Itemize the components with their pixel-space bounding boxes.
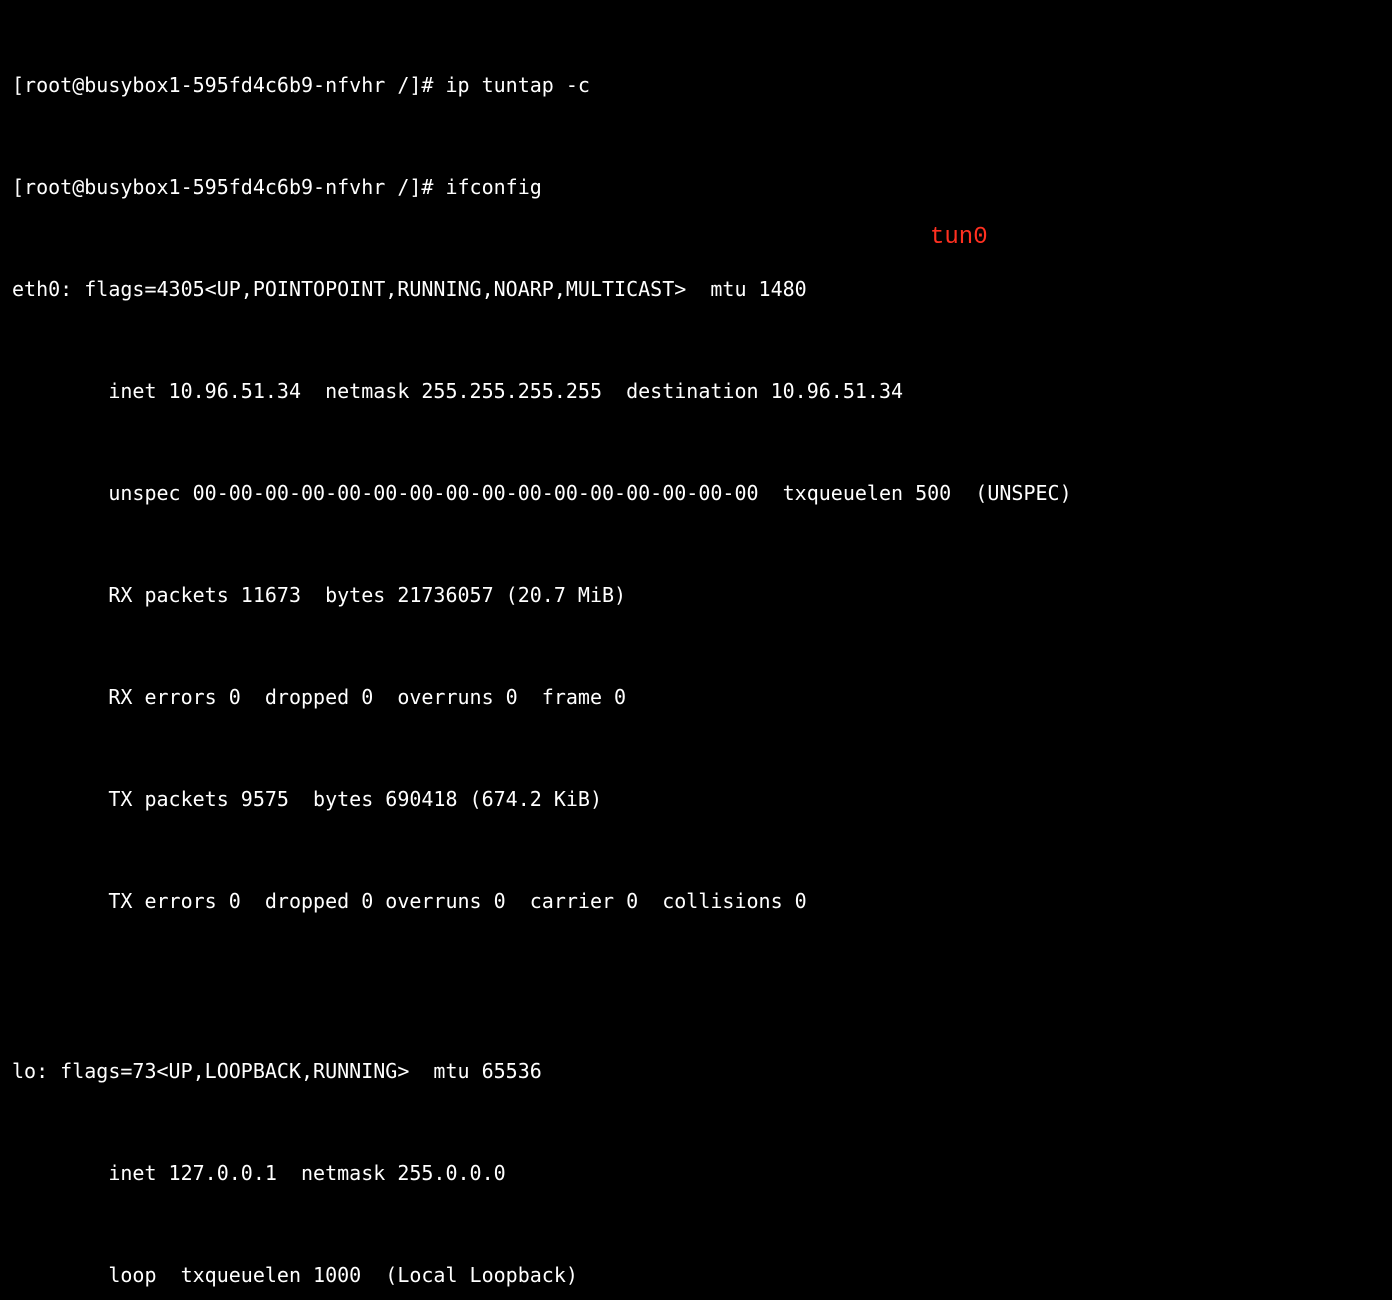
annotation-label: tun0 (930, 218, 988, 259)
output-line: RX packets 11673 bytes 21736057 (20.7 Mi… (12, 578, 1380, 612)
output-line: inet 10.96.51.34 netmask 255.255.255.255… (12, 374, 1380, 408)
output-line: inet 127.0.0.1 netmask 255.0.0.0 (12, 1156, 1380, 1190)
output-line: lo: flags=73<UP,LOOPBACK,RUNNING> mtu 65… (12, 1054, 1380, 1088)
output-line: unspec 00-00-00-00-00-00-00-00-00-00-00-… (12, 476, 1380, 510)
prompt-line: [root@busybox1-595fd4c6b9-nfvhr /]# ifco… (12, 170, 1380, 204)
output-line: eth0: flags=4305<UP,POINTOPOINT,RUNNING,… (12, 272, 1380, 306)
output-line: [root@busybox1-595fd4c6b9-nfvhr /]# ip t… (12, 68, 1380, 102)
terminal-output[interactable]: [root@busybox1-595fd4c6b9-nfvhr /]# ip t… (0, 0, 1392, 1300)
output-line: TX packets 9575 bytes 690418 (674.2 KiB) (12, 782, 1380, 816)
output-line: loop txqueuelen 1000 (Local Loopback) (12, 1258, 1380, 1292)
output-line: RX errors 0 dropped 0 overruns 0 frame 0 (12, 680, 1380, 714)
output-line: TX errors 0 dropped 0 overruns 0 carrier… (12, 884, 1380, 918)
